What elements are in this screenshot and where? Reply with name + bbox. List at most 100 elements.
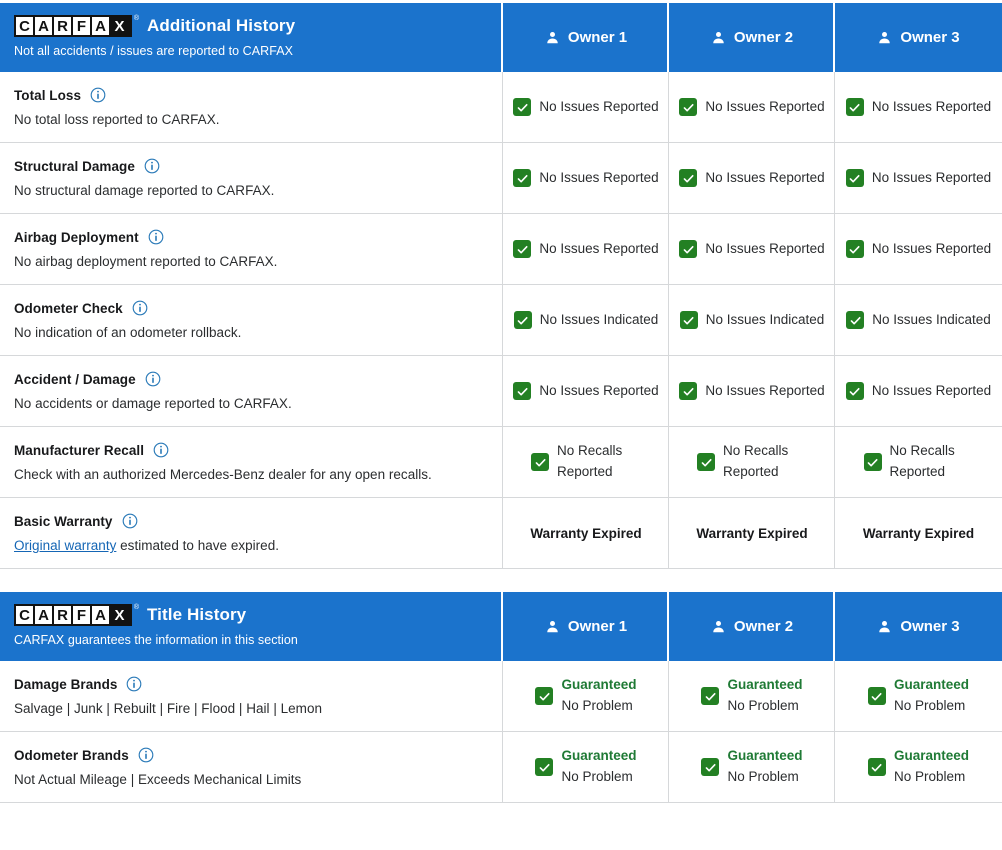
info-icon[interactable]	[148, 229, 164, 245]
status-cell: Guaranteed No Problem	[669, 661, 835, 731]
check-icon	[513, 169, 532, 187]
status-cell: Guaranteed No Problem	[835, 661, 1002, 731]
status-text: No Issues Indicated	[872, 311, 991, 327]
status-cell: Guaranteed No Problem	[503, 732, 669, 802]
section-header-title: C A R F A X ® Additional History Not all acciden…	[0, 3, 503, 72]
status-text: No Issues Reported	[539, 169, 659, 185]
info-icon[interactable]	[138, 747, 154, 763]
status-text: No Recalls Reported	[557, 443, 623, 479]
status-text: No Issues Reported	[705, 382, 825, 398]
table-row: Manufacturer Recall Check with an authori…	[0, 427, 1002, 498]
original-warranty-link[interactable]: Original warranty	[14, 538, 116, 553]
status-cell: No Issues Reported	[835, 214, 1002, 284]
table-row: Accident / Damage No accidents or damage …	[0, 356, 1002, 427]
carfax-logo-letter: F	[73, 17, 90, 35]
status-text: No Issues Reported	[871, 382, 992, 398]
check-icon	[846, 311, 865, 329]
table-row: Airbag Deployment No airbag deployment re…	[0, 214, 1002, 285]
status-cell: No Issues Reported	[503, 356, 669, 426]
section-additional-history: C A R F A X ® Additional History Not all acciden…	[0, 3, 1002, 569]
check-icon	[701, 687, 720, 705]
status-text: Guaranteed No Problem	[727, 675, 802, 716]
info-icon[interactable]	[144, 158, 160, 174]
row-label-cell: Damage Brands Salvage | Junk | Rebuilt | …	[0, 661, 503, 731]
column-header-label: Owner 1	[567, 618, 628, 635]
carfax-logo-letter-x: X	[111, 606, 128, 624]
row-label-cell: Odometer Brands Not Actual Mileage | Exce…	[0, 732, 503, 802]
table-row: Basic Warranty Original warranty estimate…	[0, 498, 1002, 569]
row-description-rest: estimated to have expired.	[116, 538, 280, 553]
section-header: C A R F A X ® Additional History Not all acciden…	[0, 3, 1002, 72]
status-text: No Issues Reported	[705, 98, 825, 114]
row-label-cell: Total Loss No total loss reported to CARF…	[0, 72, 503, 142]
status-cell: Warranty Expired	[503, 498, 669, 568]
status-cell: No Issues Indicated	[503, 285, 669, 355]
info-icon[interactable]	[132, 300, 148, 316]
row-description: No airbag deployment reported to CARFAX.	[14, 254, 278, 269]
row-description: No structural damage reported to CARFAX.	[14, 183, 275, 198]
status-cell: Guaranteed No Problem	[835, 732, 1002, 802]
row-label-cell: Manufacturer Recall Check with an authori…	[0, 427, 503, 497]
no-problem-label: No Problem	[893, 769, 966, 784]
status-text: No Issues Reported	[539, 382, 659, 398]
check-icon	[535, 758, 554, 776]
info-icon[interactable]	[126, 676, 142, 692]
check-icon	[535, 687, 554, 705]
column-header-owner-1: Owner 1	[503, 592, 669, 661]
status-cell: No Issues Indicated	[669, 285, 835, 355]
info-icon[interactable]	[90, 87, 106, 103]
status-cell: No Issues Reported	[669, 356, 835, 426]
carfax-logo-letter: A	[92, 17, 109, 35]
check-icon	[679, 98, 698, 116]
section-title: Additional History	[147, 16, 296, 35]
status-cell: Guaranteed No Problem	[503, 661, 669, 731]
carfax-report: C A R F A X ® Additional History Not all acciden…	[0, 0, 1002, 850]
check-icon	[513, 98, 532, 116]
person-icon	[545, 30, 560, 45]
row-description: Check with an authorized Mercedes-Benz d…	[14, 467, 432, 482]
guaranteed-label: Guaranteed	[561, 677, 637, 693]
status-text: No Issues Reported	[705, 169, 825, 185]
row-description: No indication of an odometer rollback.	[14, 325, 242, 340]
person-icon	[877, 619, 892, 634]
status-cell: No Issues Reported	[669, 143, 835, 213]
status-text: Warranty Expired	[696, 525, 808, 541]
status-text: Guaranteed No Problem	[727, 746, 802, 787]
row-description: Original warranty estimated to have expi…	[14, 538, 489, 553]
status-text: No Issues Indicated	[539, 311, 659, 327]
row-title: Structural Damage	[14, 158, 135, 174]
row-title: Odometer Check	[14, 300, 123, 316]
row-title: Basic Warranty	[14, 513, 113, 529]
row-label-cell: Odometer Check No indication of an odomet…	[0, 285, 503, 355]
column-header-owner-2: Owner 2	[669, 3, 835, 72]
status-text: Guaranteed No Problem	[561, 746, 636, 787]
info-icon[interactable]	[122, 513, 138, 529]
report-sections: C A R F A X ® Additional History Not all acciden…	[0, 3, 1002, 803]
status-cell: No Issues Indicated	[835, 285, 1002, 355]
check-icon	[863, 453, 882, 471]
section-title-history: C A R F A X ® Title History CARFAX guarantees th…	[0, 592, 1002, 803]
section-subtitle: Not all accidents / issues are reported …	[14, 44, 293, 58]
status-cell: No Issues Reported	[669, 72, 835, 142]
status-text: No Issues Reported	[539, 240, 659, 256]
check-icon	[531, 453, 549, 471]
person-icon	[711, 619, 726, 634]
status-cell: No Issues Reported	[503, 214, 669, 284]
column-header-label: Owner 3	[900, 618, 960, 635]
section-subtitle: CARFAX guarantees the information in thi…	[14, 633, 298, 647]
registered-mark: ®	[133, 604, 139, 611]
row-title: Total Loss	[14, 87, 82, 103]
row-label-cell: Airbag Deployment No airbag deployment re…	[0, 214, 503, 284]
status-cell: No Issues Reported	[503, 143, 669, 213]
status-cell: No Issues Reported	[835, 356, 1002, 426]
column-header-owner-3: Owner 3	[835, 3, 1002, 72]
info-icon[interactable]	[145, 371, 161, 387]
status-text: No Issues Reported	[705, 240, 825, 256]
status-text: No Issues Reported	[871, 240, 992, 256]
column-header-label: Owner 1	[567, 29, 628, 46]
status-text: No Issues Reported	[871, 98, 992, 114]
column-header-label: Owner 3	[900, 29, 960, 46]
info-icon[interactable]	[153, 442, 169, 458]
carfax-logo-letter: C	[16, 606, 33, 624]
section-header-title: C A R F A X ® Title History CARFAX guarantees th…	[0, 592, 503, 661]
